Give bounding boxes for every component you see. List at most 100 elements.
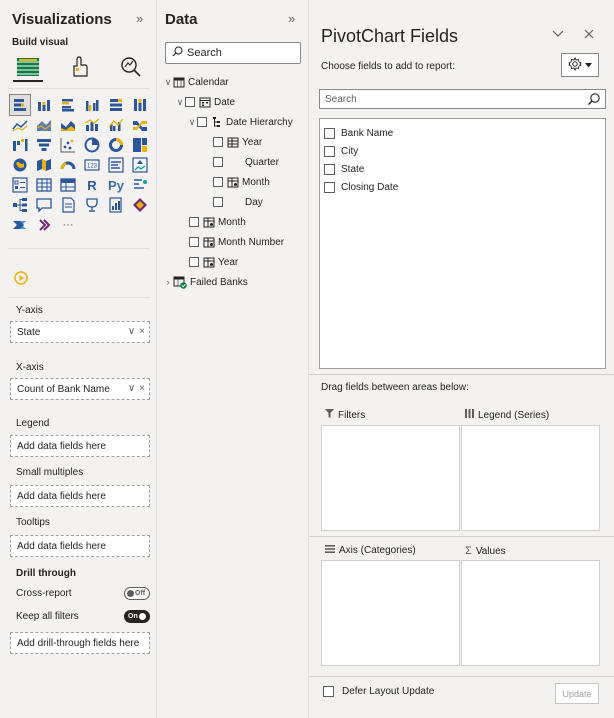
year-checkbox[interactable] <box>189 257 199 267</box>
stacked-column-chart-icon[interactable] <box>34 95 54 115</box>
power-automate-icon[interactable] <box>10 215 30 235</box>
axis-categories-drop-area[interactable] <box>321 560 460 666</box>
power-apps-icon[interactable] <box>130 195 150 215</box>
matrix-icon[interactable] <box>58 175 78 195</box>
chevron-down-icon[interactable]: ∨ <box>128 383 135 394</box>
field-item-city[interactable]: City <box>324 143 358 159</box>
keep-all-filters-toggle[interactable]: On <box>124 610 150 623</box>
tree-item-date[interactable]: ∨ Date <box>175 93 235 111</box>
y-axis-field[interactable]: State ∨ × <box>10 321 150 343</box>
bank-name-checkbox[interactable] <box>324 127 335 139</box>
build-visual-icon[interactable] <box>14 55 42 79</box>
collapse-data-pane-icon[interactable]: » <box>288 11 295 26</box>
scatter-chart-icon[interactable] <box>58 135 78 155</box>
line-chart-icon[interactable] <box>10 115 30 135</box>
ellipsis-icon[interactable]: ··· <box>58 215 78 235</box>
month-checkbox[interactable] <box>189 217 199 227</box>
small-multiples-drop-zone[interactable]: Add data fields here <box>10 485 150 507</box>
line-and-clustered-column-chart-icon[interactable] <box>106 115 126 135</box>
paginated-report-icon[interactable] <box>106 195 126 215</box>
x-axis-field[interactable]: Count of Bank Name ∨ × <box>10 378 150 400</box>
key-influencers-icon[interactable] <box>130 175 150 195</box>
funnel-chart-icon[interactable] <box>34 135 54 155</box>
tree-item-month-number[interactable]: Month Number <box>189 233 284 251</box>
tree-item-day-level[interactable]: Day <box>213 193 263 211</box>
more-visuals-icon[interactable] <box>34 215 54 235</box>
tree-item-date-hierarchy[interactable]: ∨ Date Hierarchy <box>187 113 293 131</box>
r-script-visual-icon[interactable]: R <box>82 175 102 195</box>
month-number-checkbox[interactable] <box>189 237 199 247</box>
state-checkbox[interactable] <box>324 163 335 175</box>
decomposition-tree-icon[interactable] <box>10 195 30 215</box>
waterfall-chart-icon[interactable] <box>10 135 30 155</box>
qa-icon[interactable] <box>34 195 54 215</box>
tree-item-year-level[interactable]: Year <box>213 133 262 151</box>
defer-layout-checkbox[interactable] <box>323 686 334 697</box>
field-item-state[interactable]: State <box>324 161 364 177</box>
month-level-checkbox[interactable] <box>213 177 223 187</box>
drill-through-drop-zone[interactable]: Add drill-through fields here <box>10 632 150 654</box>
tree-item-quarter-level[interactable]: Quarter <box>213 153 279 171</box>
field-item-bank-name[interactable]: Bank Name <box>324 125 393 141</box>
chevron-down-icon[interactable]: ∨ <box>128 326 135 337</box>
gauge-icon[interactable] <box>58 155 78 175</box>
tree-item-year[interactable]: Year <box>189 253 238 271</box>
defer-layout-update[interactable]: Defer Layout Update <box>323 686 434 697</box>
analytics-icon[interactable] <box>117 55 145 79</box>
values-drop-area[interactable] <box>461 560 600 666</box>
kpi-icon[interactable] <box>130 155 150 175</box>
slicer-icon[interactable] <box>10 175 30 195</box>
chevron-down-icon[interactable]: ∨ <box>187 117 197 128</box>
tooltips-drop-zone[interactable]: Add data fields here <box>10 535 150 557</box>
update-button[interactable]: Update <box>555 683 599 704</box>
field-list-settings-button[interactable] <box>561 53 599 77</box>
pie-chart-icon[interactable] <box>82 135 102 155</box>
date-hierarchy-checkbox[interactable] <box>197 117 207 127</box>
treemap-icon[interactable] <box>130 135 150 155</box>
chevron-right-icon[interactable]: › <box>163 277 173 287</box>
closing-date-checkbox[interactable] <box>324 181 335 193</box>
goals-icon[interactable] <box>82 195 102 215</box>
collapse-visualizations-icon[interactable]: » <box>136 11 143 26</box>
chevron-down-icon[interactable]: ∨ <box>175 97 185 108</box>
line-and-stacked-column-chart-icon[interactable] <box>82 115 102 135</box>
tree-item-failed-banks[interactable]: › Failed Banks <box>163 273 248 291</box>
donut-chart-icon[interactable] <box>106 135 126 155</box>
close-icon[interactable] <box>584 26 594 42</box>
chevron-down-icon[interactable]: ∨ <box>163 77 173 88</box>
area-chart-icon[interactable] <box>34 115 54 135</box>
data-search-input[interactable]: Search <box>165 42 301 64</box>
cross-report-toggle[interactable]: Off <box>124 587 150 600</box>
100-stacked-bar-chart-icon[interactable] <box>106 95 126 115</box>
format-visual-icon[interactable] <box>66 55 94 79</box>
multi-row-card-icon[interactable] <box>106 155 126 175</box>
pivot-search-input[interactable]: Search <box>319 89 606 109</box>
python-visual-icon[interactable]: Py <box>106 175 126 195</box>
narrative-icon[interactable] <box>58 195 78 215</box>
clustered-bar-chart-icon[interactable] <box>58 95 78 115</box>
card-icon[interactable]: 123 <box>82 155 102 175</box>
tree-item-month-level[interactable]: Month <box>213 173 270 191</box>
format-painter-icon[interactable] <box>14 271 28 285</box>
100-stacked-column-chart-icon[interactable] <box>130 95 150 115</box>
table-icon[interactable] <box>34 175 54 195</box>
stacked-area-chart-icon[interactable] <box>58 115 78 135</box>
legend-drop-zone[interactable]: Add data fields here <box>10 435 150 457</box>
legend-series-drop-area[interactable] <box>461 425 600 531</box>
map-icon[interactable] <box>10 155 30 175</box>
remove-field-icon[interactable]: × <box>139 383 145 394</box>
pane-options-chevron-icon[interactable] <box>552 26 564 42</box>
remove-field-icon[interactable]: × <box>139 326 145 337</box>
tree-item-calendar[interactable]: ∨ Calendar <box>163 73 229 91</box>
ribbon-chart-icon[interactable] <box>130 115 150 135</box>
city-checkbox[interactable] <box>324 145 335 157</box>
year-level-checkbox[interactable] <box>213 137 223 147</box>
filters-drop-area[interactable] <box>321 425 460 531</box>
tree-item-month[interactable]: Month <box>189 213 246 231</box>
stacked-bar-chart-icon[interactable] <box>9 94 31 116</box>
clustered-column-chart-icon[interactable] <box>82 95 102 115</box>
day-level-checkbox[interactable] <box>213 197 223 207</box>
field-item-closing-date[interactable]: Closing Date <box>324 179 398 195</box>
filled-map-icon[interactable] <box>34 155 54 175</box>
quarter-level-checkbox[interactable] <box>213 157 223 167</box>
